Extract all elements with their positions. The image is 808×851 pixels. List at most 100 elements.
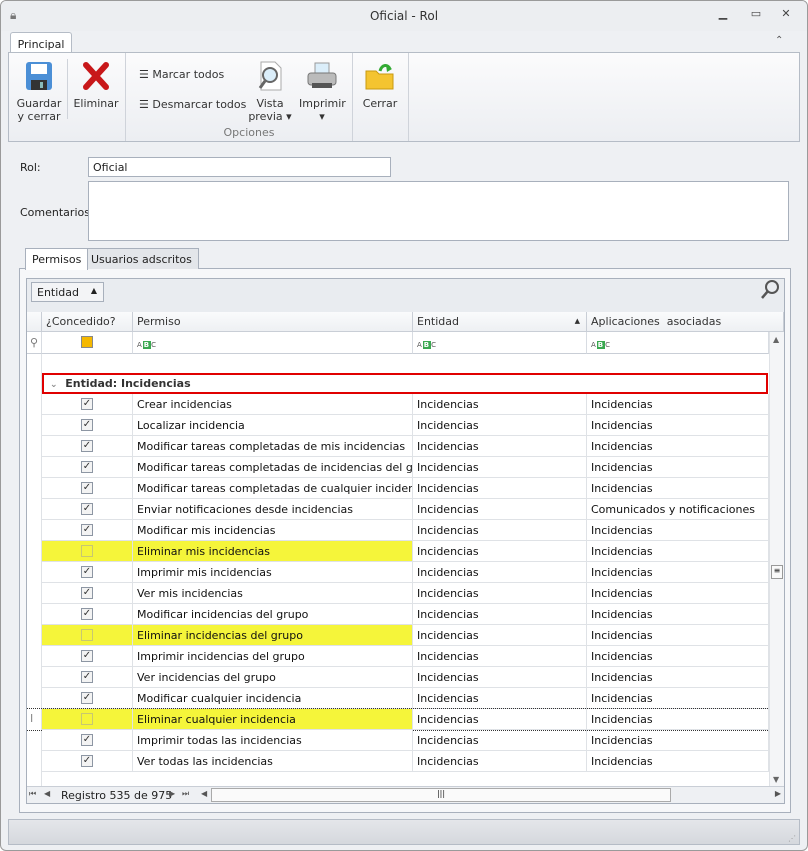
- table-row[interactable]: ✓ Ver todas las incidencias Incidencias Inc…: [27, 751, 769, 772]
- next-record-button[interactable]: ▶: [169, 789, 175, 798]
- cell-concedido[interactable]: [42, 709, 133, 730]
- cell-concedido[interactable]: ✓: [42, 436, 133, 457]
- cell-concedido[interactable]: ✓: [42, 730, 133, 751]
- hscroll-thumb[interactable]: |||: [211, 788, 671, 802]
- table-row[interactable]: ✓ Imprimir incidencias del grupo Incidenci…: [27, 646, 769, 667]
- save-close-button[interactable]: Guardar y cerrar: [15, 61, 63, 123]
- comments-textarea[interactable]: [88, 181, 789, 241]
- filter-aplicaciones[interactable]: ABC: [587, 332, 769, 354]
- prev-record-button[interactable]: ◀: [44, 789, 50, 798]
- print-button[interactable]: Imprimir ▾: [299, 61, 346, 123]
- table-row[interactable]: ✓ Imprimir todas las incidencias Incidenci…: [27, 730, 769, 751]
- cell-concedido[interactable]: ✓: [42, 751, 133, 772]
- search-icon[interactable]: [759, 279, 781, 301]
- window-title: Oficial - Rol: [369, 9, 439, 23]
- vertical-scrollbar[interactable]: ▲ ≡ ▼: [769, 332, 784, 787]
- filter-concedido[interactable]: [42, 332, 133, 354]
- group-by-chip[interactable]: Entidad ▲: [31, 282, 104, 302]
- granted-checkbox[interactable]: [81, 545, 93, 557]
- delete-button[interactable]: Eliminar: [73, 61, 119, 110]
- cell-concedido[interactable]: ✓: [42, 457, 133, 478]
- granted-checkbox[interactable]: ✓: [81, 734, 93, 746]
- tab-permisos[interactable]: Permisos: [25, 248, 89, 270]
- text-cursor-icon: I: [30, 712, 34, 725]
- first-record-button[interactable]: ⏮: [29, 789, 36, 799]
- cell-concedido[interactable]: [42, 625, 133, 646]
- granted-checkbox[interactable]: ✓: [81, 524, 93, 536]
- granted-checkbox[interactable]: [81, 713, 93, 725]
- rol-input[interactable]: Oficial: [88, 157, 391, 177]
- granted-checkbox[interactable]: ✓: [81, 755, 93, 767]
- filter-permiso[interactable]: ABC: [133, 332, 413, 354]
- table-row[interactable]: Eliminar cualquier incidencia Incidencias…: [27, 708, 770, 731]
- floppy-disk-icon: [26, 62, 52, 90]
- table-row[interactable]: ✓ Localizar incidencia Incidencias Incidenc…: [27, 415, 769, 436]
- minimize-button[interactable]: ▁: [713, 7, 733, 23]
- granted-checkbox[interactable]: ✓: [81, 650, 93, 662]
- table-row[interactable]: ✓ Imprimir mis incidencias Incidencias Inci…: [27, 562, 769, 583]
- table-row[interactable]: Eliminar mis incidencias Incidencias Incid…: [27, 541, 769, 562]
- horizontal-scrollbar[interactable]: ◀ ||| ▶: [199, 788, 781, 802]
- column-header-concedido[interactable]: ¿Concedido?: [42, 312, 133, 332]
- cell-concedido[interactable]: ✓: [42, 667, 133, 688]
- table-row[interactable]: ✓ Ver mis incidencias Incidencias Incidenci…: [27, 583, 769, 604]
- table-row[interactable]: Eliminar incidencias del grupo Incidencia…: [27, 625, 769, 646]
- granted-checkbox[interactable]: ✓: [81, 587, 93, 599]
- uncheck-all-button[interactable]: ☰ Desmarcar todos: [139, 98, 246, 111]
- granted-checkbox[interactable]: ✓: [81, 461, 93, 473]
- cell-concedido[interactable]: ✓: [42, 520, 133, 541]
- column-header-aplicaciones[interactable]: Aplicaciones asociadas: [587, 312, 784, 332]
- close-button[interactable]: ✕: [776, 7, 796, 23]
- granted-checkbox[interactable]: ✓: [81, 692, 93, 704]
- group-row-entidad[interactable]: ⌄ Entidad: Incidencias: [42, 373, 768, 394]
- table-row[interactable]: ✓ Modificar mis incidencias Incidencias Inc…: [27, 520, 769, 541]
- collapse-ribbon-icon[interactable]: ⌃: [775, 35, 783, 46]
- cell-aplicaciones: Incidencias: [587, 478, 769, 499]
- granted-checkbox[interactable]: ✓: [81, 419, 93, 431]
- granted-checkbox[interactable]: ✓: [81, 398, 93, 410]
- cell-concedido[interactable]: ✓: [42, 478, 133, 499]
- table-row[interactable]: ✓ Modificar cualquier incidencia Incidenci…: [27, 688, 769, 709]
- cell-concedido[interactable]: ✓: [42, 415, 133, 436]
- granted-checkbox[interactable]: ✓: [81, 566, 93, 578]
- cell-permiso: Eliminar mis incidencias: [133, 541, 413, 562]
- cell-concedido[interactable]: ✓: [42, 394, 133, 415]
- table-row[interactable]: ✓ Ver incidencias del grupo Incidencias Inc…: [27, 667, 769, 688]
- cell-permiso: Modificar tareas completadas de mis inci…: [133, 436, 413, 457]
- column-header-permiso[interactable]: Permiso: [133, 312, 413, 332]
- last-record-button[interactable]: ⏭: [182, 789, 189, 799]
- table-row[interactable]: ✓ Modificar incidencias del grupo Incidenc…: [27, 604, 769, 625]
- resize-grip-icon[interactable]: ⋰: [788, 834, 796, 843]
- granted-checkbox[interactable]: ✓: [81, 440, 93, 452]
- table-row[interactable]: ✓ Modificar tareas completadas de cualqui…: [27, 478, 769, 499]
- table-row[interactable]: ✓ Modificar tareas completadas de mis inc…: [27, 436, 769, 457]
- cell-concedido[interactable]: ✓: [42, 562, 133, 583]
- granted-checkbox[interactable]: ✓: [81, 608, 93, 620]
- cell-concedido[interactable]: [42, 541, 133, 562]
- cell-concedido[interactable]: ✓: [42, 604, 133, 625]
- table-row[interactable]: ✓ Modificar tareas completadas de inciden…: [27, 457, 769, 478]
- maximize-button[interactable]: ▭: [746, 7, 766, 23]
- preview-button[interactable]: Vista previa ▾: [247, 61, 293, 123]
- filter-entidad[interactable]: ABC: [413, 332, 587, 354]
- scroll-thumb[interactable]: ≡: [771, 565, 783, 579]
- table-row[interactable]: ✓ Enviar notificaciones desde incidencias…: [27, 499, 769, 520]
- close-form-button[interactable]: Cerrar: [357, 61, 403, 110]
- granted-checkbox[interactable]: ✓: [81, 503, 93, 515]
- cell-concedido[interactable]: ✓: [42, 688, 133, 709]
- cell-concedido[interactable]: ✓: [42, 499, 133, 520]
- cell-aplicaciones: Incidencias: [587, 415, 769, 436]
- ribbon-tab-principal[interactable]: Principal: [10, 32, 72, 54]
- granted-checkbox[interactable]: ✓: [81, 671, 93, 683]
- cell-concedido[interactable]: ✓: [42, 646, 133, 667]
- column-header-entidad[interactable]: Entidad ▲: [413, 312, 587, 332]
- granted-checkbox[interactable]: [81, 629, 93, 641]
- check-all-button[interactable]: ☰ Marcar todos: [139, 68, 224, 81]
- cell-concedido[interactable]: ✓: [42, 583, 133, 604]
- tab-usuarios-adscritos[interactable]: Usuarios adscritos: [84, 248, 199, 269]
- checklist-icon: ☰: [139, 98, 149, 111]
- title-bar: 🔒︎ Oficial - Rol ▁ ▭ ✕: [1, 1, 807, 31]
- granted-checkbox[interactable]: ✓: [81, 482, 93, 494]
- table-row[interactable]: ✓ Crear incidencias Incidencias Incidencias: [27, 394, 769, 415]
- cell-permiso: Ver incidencias del grupo: [133, 667, 413, 688]
